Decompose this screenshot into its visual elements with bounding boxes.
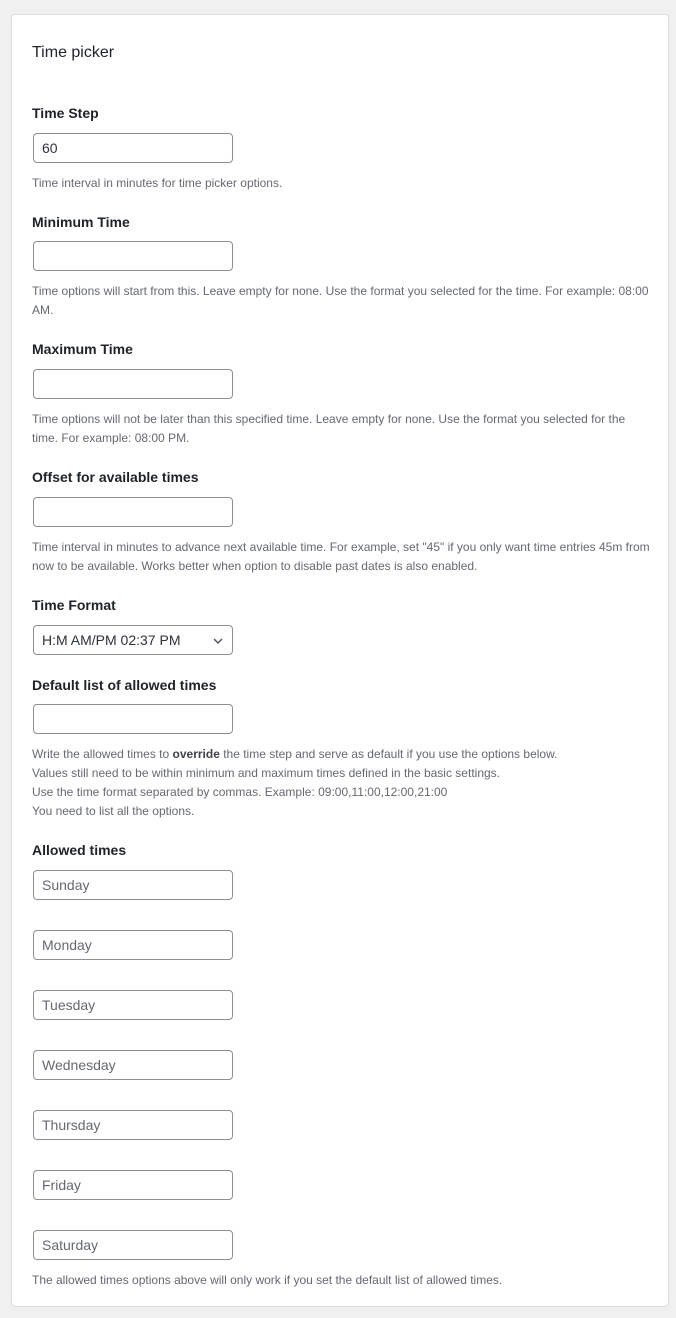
description-line-3: Use the time format separated by commas.… xyxy=(32,785,448,799)
allowed-times-footer-note: The allowed times options above will onl… xyxy=(32,1273,503,1287)
minimum-time-input[interactable] xyxy=(33,241,233,271)
time-picker-settings-card: Time picker Time Step Time interval in m… xyxy=(11,14,669,1307)
maximum-time-description: Time options will not be later than this… xyxy=(32,412,626,445)
default-allowed-times-description: Write the allowed times to override the … xyxy=(32,745,652,821)
description-line-1: Write the allowed times to override the … xyxy=(32,747,558,761)
offset-label: Offset for available times xyxy=(32,469,199,485)
default-allowed-times-input[interactable] xyxy=(33,704,233,734)
allowed-times-wednesday-input[interactable] xyxy=(33,1050,233,1080)
time-format-label: Time Format xyxy=(32,597,116,613)
override-emphasis: override xyxy=(172,747,220,761)
minimum-time-label: Minimum Time xyxy=(32,214,130,230)
card-title: Time picker xyxy=(32,44,115,61)
allowed-times-monday-input[interactable] xyxy=(33,930,233,960)
allowed-times-saturday-input[interactable] xyxy=(33,1230,233,1260)
offset-input[interactable] xyxy=(33,497,233,527)
chevron-down-icon xyxy=(212,634,224,646)
time-format-selected-value: H:M AM/PM 02:37 PM xyxy=(42,632,181,648)
minimum-time-description: Time options will start from this. Leave… xyxy=(32,284,649,317)
allowed-times-sunday-input[interactable] xyxy=(33,870,233,900)
allowed-times-label: Allowed times xyxy=(32,842,127,858)
default-allowed-times-label: Default list of allowed times xyxy=(32,677,217,693)
time-step-input[interactable] xyxy=(33,133,233,163)
maximum-time-input[interactable] xyxy=(33,369,233,399)
description-line-4: You need to list all the options. xyxy=(32,804,195,818)
description-line-2: Values still need to be within minimum a… xyxy=(32,766,500,780)
allowed-times-friday-input[interactable] xyxy=(33,1170,233,1200)
offset-description: Time interval in minutes to advance next… xyxy=(32,540,650,573)
allowed-times-tuesday-input[interactable] xyxy=(33,990,233,1020)
time-format-select[interactable]: H:M AM/PM 02:37 PM xyxy=(33,625,233,655)
maximum-time-label: Maximum Time xyxy=(32,341,133,357)
time-step-description: Time interval in minutes for time picker… xyxy=(32,176,283,190)
time-step-label: Time Step xyxy=(32,105,99,121)
allowed-times-thursday-input[interactable] xyxy=(33,1110,233,1140)
